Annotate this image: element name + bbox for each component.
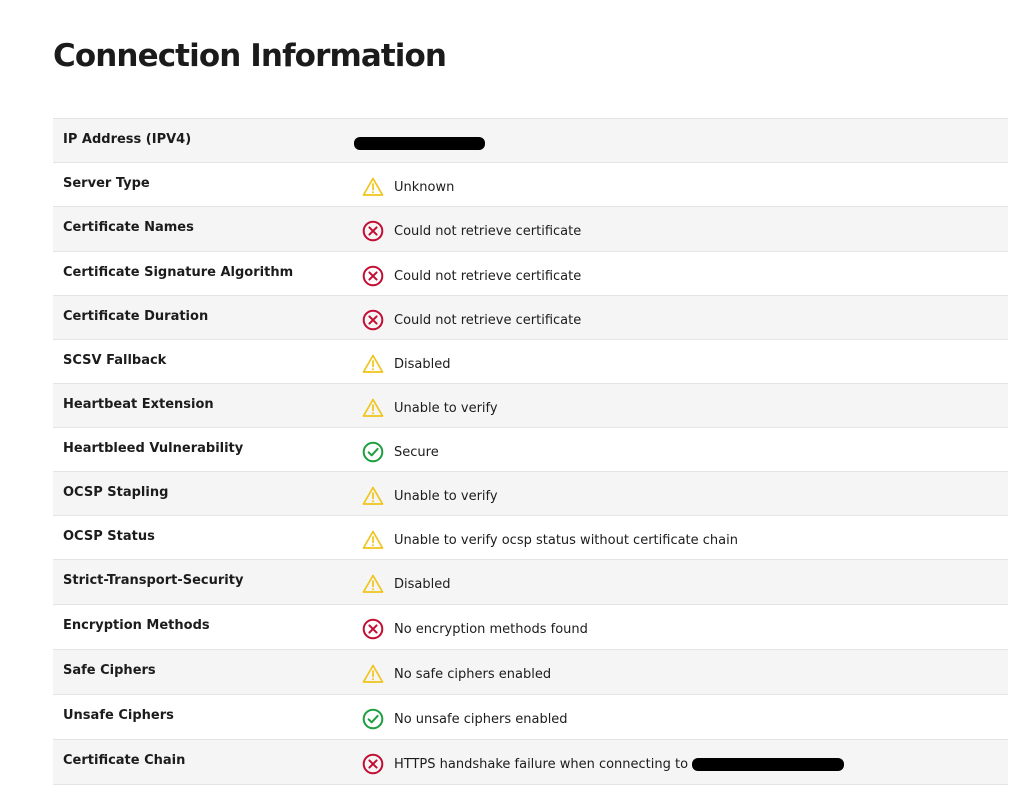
row-value: Unable to verify — [362, 485, 498, 507]
row-value: Unknown — [362, 176, 454, 198]
row-label: Unsafe Ciphers — [63, 708, 174, 723]
connection-info-table: IP Address (IPV4) Server Type Unknown Ce… — [53, 118, 1008, 785]
row-value: No safe ciphers enabled — [362, 663, 551, 685]
row-label: Certificate Signature Algorithm — [63, 265, 294, 280]
row-value-text: No encryption methods found — [394, 621, 588, 637]
warning-icon — [362, 663, 384, 685]
row-value: No unsafe ciphers enabled — [362, 708, 568, 730]
page-title: Connection Information — [53, 38, 447, 74]
redaction-bar — [354, 136, 485, 150]
table-row-certificate-chain: Certificate Chain HTTPS handshake failur… — [53, 740, 1008, 785]
table-row-scsv-fallback: SCSV Fallback Disabled — [53, 340, 1008, 384]
row-label: Heartbleed Vulnerability — [63, 441, 244, 456]
warning-icon — [362, 397, 384, 419]
table-row-safe-ciphers: Safe Ciphers No safe ciphers enabled — [53, 650, 1008, 695]
table-row-ocsp-status: OCSP Status Unable to verify ocsp status… — [53, 516, 1008, 560]
table-row-heartbleed-vulnerability: Heartbleed Vulnerability Secure — [53, 428, 1008, 472]
row-label: Server Type — [63, 176, 150, 191]
row-value: Could not retrieve certificate — [362, 220, 581, 242]
success-icon — [362, 708, 384, 730]
table-row-ip-address: IP Address (IPV4) — [53, 119, 1008, 163]
row-value-text: Unknown — [394, 179, 455, 195]
row-label: SCSV Fallback — [63, 353, 167, 368]
row-value — [354, 132, 485, 154]
row-label: Heartbeat Extension — [63, 397, 214, 412]
warning-icon — [362, 176, 384, 198]
row-label: Safe Ciphers — [63, 663, 156, 678]
warning-icon — [362, 353, 384, 375]
table-row-certificate-names: Certificate Names Could not retrieve cer… — [53, 207, 1008, 252]
row-value-text: Unable to verify — [394, 400, 498, 416]
row-value: Disabled — [362, 353, 450, 375]
row-value-text: Could not retrieve certificate — [394, 268, 582, 284]
row-value-text: Could not retrieve certificate — [394, 223, 582, 239]
table-row-server-type: Server Type Unknown — [53, 163, 1008, 207]
row-value: Could not retrieve certificate — [362, 265, 581, 287]
row-value-text: No safe ciphers enabled — [394, 666, 552, 682]
error-icon — [362, 265, 384, 287]
row-value: No encryption methods found — [362, 618, 588, 640]
row-value-text: Unable to verify ocsp status without cer… — [394, 532, 738, 548]
table-row-strict-transport-security: Strict-Transport-Security Disabled — [53, 560, 1008, 605]
row-value-text: HTTPS handshake failure when connecting … — [394, 756, 689, 772]
table-row-certificate-signature-algorithm: Certificate Signature Algorithm Could no… — [53, 252, 1008, 296]
warning-icon — [362, 485, 384, 507]
row-value: Unable to verify — [362, 397, 498, 419]
row-value-text: Disabled — [394, 576, 451, 592]
error-icon — [362, 309, 384, 331]
warning-icon — [362, 573, 384, 595]
success-icon — [362, 441, 384, 463]
row-value: Disabled — [362, 573, 450, 595]
row-label: Certificate Duration — [63, 309, 209, 324]
row-label: Strict-Transport-Security — [63, 573, 244, 588]
table-row-heartbeat-extension: Heartbeat Extension Unable to verify — [53, 384, 1008, 428]
row-value: Could not retrieve certificate — [362, 309, 581, 331]
error-icon — [362, 618, 384, 640]
table-row-encryption-methods: Encryption Methods No encryption methods… — [53, 605, 1008, 650]
row-value-text: Could not retrieve certificate — [394, 312, 582, 328]
table-row-ocsp-stapling: OCSP Stapling Unable to verify — [53, 472, 1008, 516]
row-label: Encryption Methods — [63, 618, 210, 633]
row-label: OCSP Status — [63, 529, 155, 544]
table-row-unsafe-ciphers: Unsafe Ciphers No unsafe ciphers enabled — [53, 695, 1008, 740]
error-icon — [362, 753, 384, 775]
table-row-certificate-duration: Certificate Duration Could not retrieve … — [53, 296, 1008, 340]
row-value: Secure — [362, 441, 439, 463]
row-value-text: Disabled — [394, 356, 451, 372]
row-value-text: Unable to verify — [394, 488, 498, 504]
row-value: Unable to verify ocsp status without cer… — [362, 529, 738, 551]
row-label: Certificate Chain — [63, 753, 186, 768]
row-value-text: Secure — [394, 444, 439, 460]
row-label: OCSP Stapling — [63, 485, 169, 500]
row-value-text: No unsafe ciphers enabled — [394, 711, 568, 727]
warning-icon — [362, 529, 384, 551]
row-value: HTTPS handshake failure when connecting … — [362, 753, 845, 775]
row-label: IP Address (IPV4) — [63, 132, 192, 147]
redaction-bar — [692, 757, 845, 771]
row-label: Certificate Names — [63, 220, 194, 235]
error-icon — [362, 220, 384, 242]
